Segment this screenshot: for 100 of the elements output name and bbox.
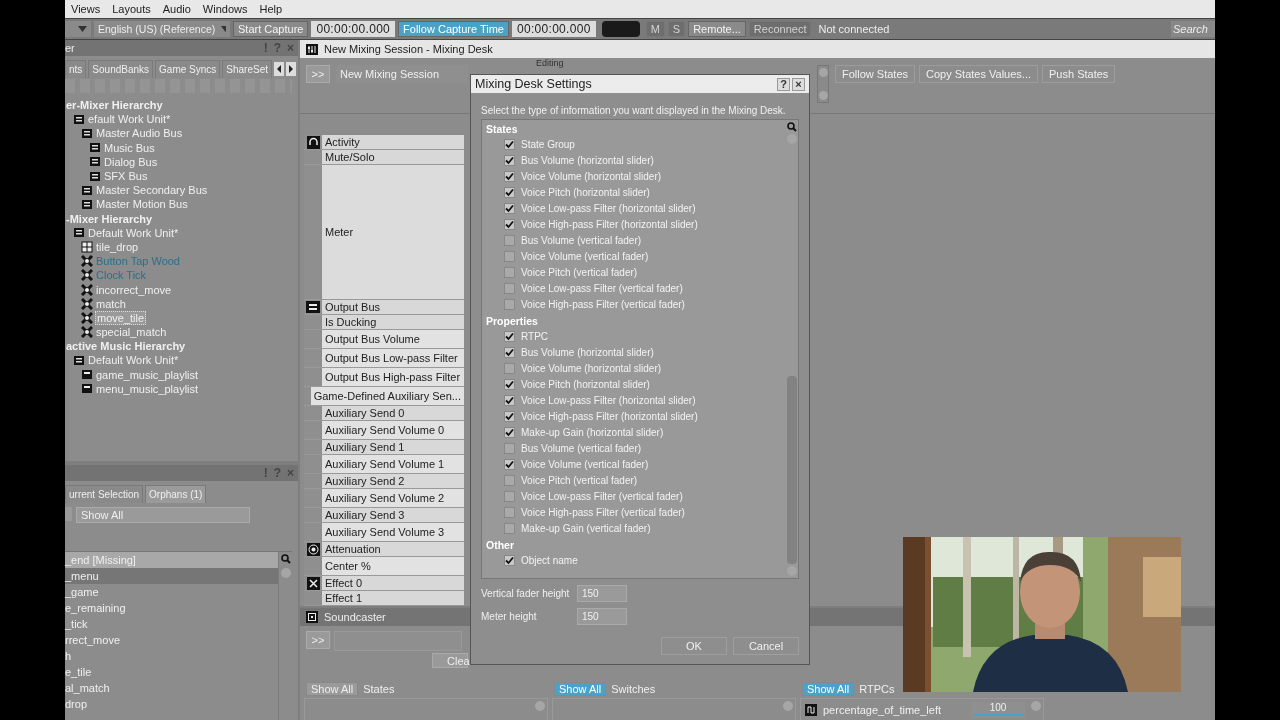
filter-field[interactable]: Show All (76, 507, 250, 523)
tree-item[interactable]: incorrect_move (95, 283, 173, 296)
top-nav-item[interactable]: Audio (162, 3, 191, 15)
checkbox[interactable] (504, 411, 515, 422)
tree-item[interactable]: tile_drop (95, 240, 140, 253)
language-dropdown[interactable]: English (US) (Reference) (94, 21, 230, 37)
tab[interactable]: SoundBanks (88, 60, 154, 78)
top-nav-item[interactable]: Views (71, 3, 101, 15)
checkbox[interactable] (504, 475, 515, 486)
tab[interactable]: nts (65, 60, 87, 78)
tree-item[interactable]: Clock Tick (95, 269, 148, 282)
tree-item[interactable]: Button Tap Wood (95, 255, 181, 268)
list-item[interactable]: e_tile (65, 664, 278, 680)
tree-item[interactable]: Default Work Unit* (87, 354, 180, 367)
scroll-up-icon[interactable] (535, 701, 545, 711)
scroll-buttons[interactable] (817, 65, 829, 103)
list-item[interactable]: _tick (65, 616, 278, 632)
checkbox[interactable] (504, 283, 515, 294)
dialog-button[interactable]: Cancel (733, 637, 799, 655)
show-all-button[interactable]: Show All (306, 681, 359, 696)
top-nav-item[interactable]: Windows (202, 3, 248, 15)
expand-button[interactable]: >> (306, 65, 330, 83)
panel-header-button[interactable]: × (287, 41, 294, 55)
rtpc-value-slider[interactable]: 100 (971, 702, 1025, 718)
checkbox[interactable] (504, 235, 515, 246)
checkbox[interactable] (504, 555, 515, 566)
top-nav-item[interactable]: Layouts (112, 3, 151, 15)
checkbox[interactable] (504, 251, 515, 262)
checkbox[interactable] (504, 267, 515, 278)
help-button[interactable]: ? (777, 77, 790, 91)
dialog-button[interactable]: OK (661, 637, 727, 655)
tree-item[interactable]: er-Mixer Hierarchy (65, 99, 164, 112)
tree-item[interactable]: -Mixer Hierarchy (65, 212, 154, 225)
clear-button[interactable]: Clea (432, 653, 468, 668)
tree-item[interactable]: efault Work Unit* (87, 113, 172, 126)
scrollbar-thumb[interactable] (787, 376, 797, 564)
checkbox[interactable] (504, 459, 515, 470)
checkbox[interactable] (504, 443, 515, 454)
tab[interactable]: Game Syncs (155, 60, 221, 78)
number-field[interactable]: 150 (577, 608, 627, 625)
scroll-down-icon[interactable] (787, 566, 797, 576)
tree-item[interactable]: Master Secondary Bus (95, 184, 209, 197)
panel-header-button[interactable]: ! (263, 41, 268, 55)
scroll-up-icon[interactable] (1031, 701, 1041, 711)
solo-button[interactable]: S (667, 21, 686, 37)
show-all-button[interactable]: Show All (802, 681, 855, 696)
checkbox[interactable] (504, 395, 515, 406)
show-all-button[interactable]: Show All (554, 681, 607, 696)
checkbox[interactable] (504, 363, 515, 374)
scroll-right-icon[interactable] (286, 62, 296, 76)
checkbox[interactable] (504, 507, 515, 518)
list-item[interactable]: _game (65, 584, 278, 600)
state-button[interactable]: Copy States Values... (919, 65, 1038, 83)
tree-item[interactable]: Dialog Bus (103, 155, 159, 168)
checkbox[interactable] (504, 155, 515, 166)
tree-item[interactable]: Master Motion Bus (95, 198, 189, 211)
mute-button[interactable]: M (645, 21, 665, 37)
platform-dropdown[interactable] (65, 21, 91, 37)
tree-item[interactable]: Master Audio Bus (95, 127, 184, 140)
tree-item[interactable]: Music Bus (103, 141, 156, 154)
checkbox[interactable] (504, 331, 515, 342)
tree-item[interactable]: SFX Bus (103, 170, 149, 183)
tree-item[interactable]: move_tile (95, 310, 147, 325)
list-item[interactable]: _menu (65, 568, 278, 584)
tree-item[interactable]: menu_music_playlist (95, 382, 200, 395)
checkbox[interactable] (504, 203, 515, 214)
search-icon[interactable] (280, 554, 291, 564)
panel-header-button[interactable]: × (287, 466, 294, 480)
start-capture-button[interactable]: Start Capture (233, 21, 309, 37)
checkbox[interactable] (504, 299, 515, 310)
checkbox[interactable] (504, 171, 515, 182)
follow-capture-time-button[interactable]: Follow Capture Time (398, 21, 509, 37)
expand-button[interactable]: >> (306, 631, 330, 649)
remote-button[interactable]: Remote... (688, 21, 746, 37)
checkbox[interactable] (504, 219, 515, 230)
tab[interactable]: ShareSet (222, 60, 272, 78)
checkbox[interactable] (504, 187, 515, 198)
tree-item[interactable]: Default Work Unit* (87, 226, 180, 239)
scroll-left-icon[interactable] (274, 62, 284, 76)
tab[interactable]: Orphans (1) (145, 485, 207, 503)
close-button[interactable]: × (792, 77, 805, 91)
tab[interactable]: urrent Selection (65, 485, 144, 503)
list-item[interactable]: rrect_move (65, 632, 278, 648)
list-item[interactable]: al_match (65, 680, 278, 696)
scroll-up-icon[interactable] (783, 701, 793, 711)
tree-item[interactable]: game_music_playlist (95, 368, 200, 381)
tree-item[interactable]: active Music Hierarchy (65, 340, 187, 353)
list-item[interactable]: drop (65, 696, 278, 712)
panel-header-button[interactable]: ? (273, 466, 281, 480)
checkbox[interactable] (504, 139, 515, 150)
checkbox[interactable] (504, 491, 515, 502)
tree-item[interactable]: match (95, 297, 127, 310)
state-button[interactable]: Push States (1042, 65, 1116, 83)
checkbox[interactable] (504, 347, 515, 358)
search-icon[interactable] (787, 122, 797, 132)
number-field[interactable]: 150 (577, 585, 627, 602)
checkbox[interactable] (504, 427, 515, 438)
panel-header-button[interactable]: ? (273, 41, 281, 55)
search-field[interactable]: Search (1171, 21, 1215, 37)
list-item[interactable]: h (65, 648, 278, 664)
